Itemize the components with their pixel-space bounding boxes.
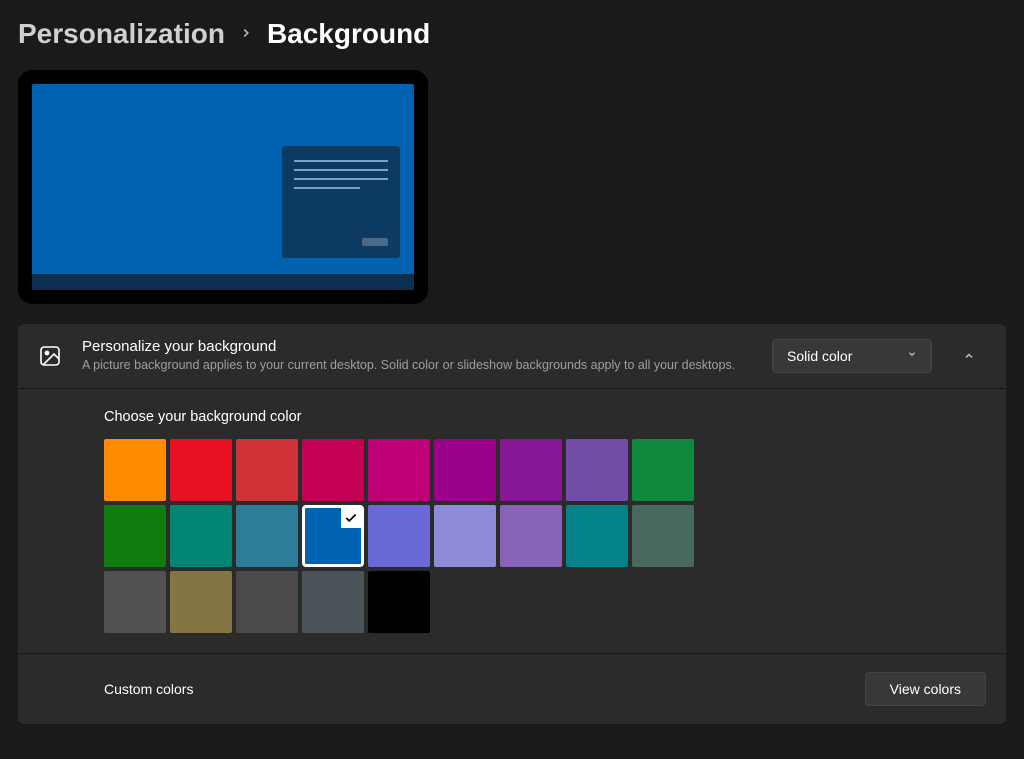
color-swatch[interactable] (368, 439, 430, 501)
color-swatch[interactable] (302, 439, 364, 501)
personalize-subtitle: A picture background applies to your cur… (82, 357, 742, 374)
custom-colors-label: Custom colors (104, 681, 193, 697)
dropdown-value: Solid color (787, 348, 852, 364)
color-swatch[interactable] (632, 505, 694, 567)
chevron-down-icon (907, 349, 917, 362)
color-swatch[interactable] (500, 505, 562, 567)
color-swatch[interactable] (566, 505, 628, 567)
color-swatch[interactable] (104, 571, 166, 633)
personalize-title: Personalize your background (82, 338, 752, 355)
preview-taskbar (32, 274, 414, 290)
color-swatch[interactable] (566, 439, 628, 501)
color-grid (104, 439, 986, 633)
desktop-preview (18, 70, 428, 304)
background-settings-panel: Personalize your background A picture ba… (18, 324, 1006, 724)
view-colors-button[interactable]: View colors (865, 672, 986, 706)
personalize-header-row: Personalize your background A picture ba… (18, 324, 1006, 389)
color-swatch[interactable] (236, 571, 298, 633)
preview-sample-window (282, 146, 400, 258)
color-swatch[interactable] (500, 439, 562, 501)
preview-screen (32, 84, 414, 290)
color-swatch[interactable] (368, 505, 430, 567)
background-type-dropdown[interactable]: Solid color (772, 339, 932, 373)
color-swatch[interactable] (632, 439, 694, 501)
color-swatch[interactable] (368, 571, 430, 633)
color-swatch[interactable] (170, 571, 232, 633)
color-picker-label: Choose your background color (104, 409, 986, 425)
color-swatch[interactable] (236, 439, 298, 501)
color-swatch[interactable] (302, 505, 364, 567)
color-swatch[interactable] (302, 571, 364, 633)
breadcrumb: Personalization Background (18, 18, 1006, 50)
collapse-button[interactable] (952, 339, 986, 373)
breadcrumb-current: Background (267, 18, 430, 50)
color-swatch[interactable] (434, 505, 496, 567)
breadcrumb-parent-link[interactable]: Personalization (18, 18, 225, 50)
check-icon (341, 508, 361, 528)
image-icon (38, 344, 62, 368)
custom-colors-row: Custom colors View colors (18, 654, 1006, 724)
color-swatch[interactable] (434, 439, 496, 501)
chevron-right-icon (239, 23, 253, 46)
color-swatch[interactable] (170, 505, 232, 567)
color-swatch[interactable] (236, 505, 298, 567)
color-picker-section: Choose your background color (18, 389, 1006, 654)
color-swatch[interactable] (104, 439, 166, 501)
color-swatch[interactable] (104, 505, 166, 567)
color-swatch[interactable] (170, 439, 232, 501)
